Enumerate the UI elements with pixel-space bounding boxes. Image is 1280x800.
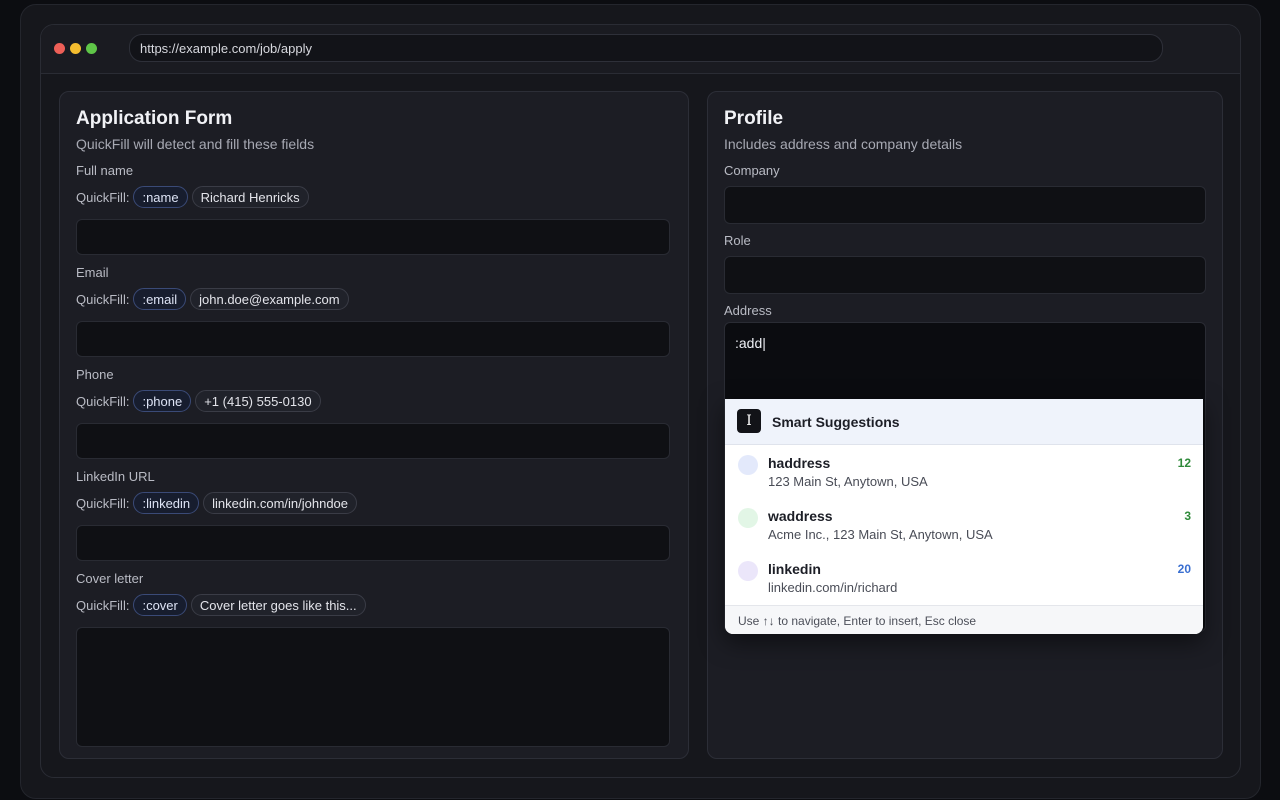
quickfill-row: QuickFill: :name Richard Henricks	[76, 185, 670, 209]
form-subtitle: QuickFill will detect and fill these fie…	[76, 136, 315, 152]
suggestions-footer: Use ↑↓ to navigate, Enter to insert, Esc…	[725, 605, 1203, 634]
field-label: Company	[724, 163, 780, 178]
title-bar: https://example.com/job/apply	[41, 25, 1240, 74]
suggestion-avatar	[738, 508, 758, 528]
keyboard-hint: Use ↑↓ to navigate, Enter to insert, Esc…	[738, 614, 977, 628]
field-label: Address	[724, 303, 772, 318]
quickfill-value-chip[interactable]: +1 (415) 555-0130	[195, 390, 321, 412]
form-title: Application Form	[76, 108, 233, 129]
field-company: Company	[724, 163, 1206, 224]
field-full-name: Full name QuickFill: :name Richard Henri…	[76, 163, 670, 255]
text-cursor-icon: I	[737, 409, 761, 433]
quickfill-label: QuickFill:	[76, 393, 130, 409]
field-label: Email	[76, 265, 109, 280]
quickfill-key-chip[interactable]: :phone	[133, 390, 192, 412]
suggestions-title: Smart Suggestions	[772, 414, 900, 430]
cover-letter-textarea[interactable]	[76, 627, 670, 747]
field-email: Email QuickFill: :email john.doe@example…	[76, 265, 670, 357]
address-bar[interactable]: https://example.com/job/apply	[129, 34, 1163, 62]
suggestion-name: haddress	[768, 455, 831, 471]
suggestions-header: I Smart Suggestions	[725, 399, 1203, 445]
suggestion-name: waddress	[768, 508, 833, 524]
field-cover-letter: Cover letter QuickFill: :cover Cover let…	[76, 571, 670, 747]
suggestion-name: linkedin	[768, 561, 821, 577]
minimize-window-button[interactable]	[70, 43, 81, 54]
quickfill-key-chip[interactable]: :name	[133, 186, 188, 208]
quickfill-row: QuickFill: :cover Cover letter goes like…	[76, 593, 670, 617]
suggestion-item[interactable]: waddress Acme Inc., 123 Main St, Anytown…	[725, 497, 1203, 550]
field-phone: Phone QuickFill: :phone +1 (415) 555-013…	[76, 367, 670, 459]
close-window-button[interactable]	[54, 43, 65, 54]
field-role: Role	[724, 233, 1206, 294]
profile-title: Profile	[724, 108, 784, 129]
url-text: https://example.com/job/apply	[140, 41, 312, 56]
maximize-window-button[interactable]	[86, 43, 97, 54]
quickfill-label: QuickFill:	[76, 597, 130, 613]
field-label: Full name	[76, 163, 134, 178]
address-typed-text: :add|	[735, 335, 766, 351]
suggestion-value: linkedin.com/in/richard	[768, 580, 898, 595]
field-address: Address	[724, 303, 1206, 321]
profile-panel: Profile Includes address and company det…	[707, 91, 1223, 759]
quickfill-value-chip[interactable]: Richard Henricks	[191, 186, 309, 208]
address-textarea[interactable]: :add| I Smart Suggestions haddress 123 M…	[724, 322, 1206, 634]
role-input[interactable]	[724, 256, 1206, 294]
field-linkedin: LinkedIn URL QuickFill: :linkedin linked…	[76, 469, 670, 561]
application-form-panel: Application Form QuickFill will detect a…	[59, 91, 689, 759]
smart-suggestions-dropdown: I Smart Suggestions haddress 123 Main St…	[725, 399, 1203, 634]
company-input[interactable]	[724, 186, 1206, 224]
suggestion-avatar	[738, 455, 758, 475]
field-label: Phone	[76, 367, 114, 382]
quickfill-value-chip[interactable]: Cover letter goes like this...	[190, 594, 366, 616]
quickfill-row: QuickFill: :email john.doe@example.com	[76, 287, 670, 311]
field-label: LinkedIn URL	[76, 469, 155, 484]
suggestion-item[interactable]: haddress 123 Main St, Anytown, USA 12	[725, 444, 1203, 497]
email-input[interactable]	[76, 321, 670, 357]
field-label: Role	[724, 233, 751, 248]
suggestion-avatar	[738, 561, 758, 581]
suggestion-value: 123 Main St, Anytown, USA	[768, 474, 928, 489]
field-label: Cover letter	[76, 571, 144, 586]
quickfill-key-chip[interactable]: :email	[133, 288, 187, 310]
quickfill-value-chip[interactable]: linkedin.com/in/johndoe	[203, 492, 358, 514]
linkedin-input[interactable]	[76, 525, 670, 561]
quickfill-label: QuickFill:	[76, 189, 130, 205]
suggestion-value: Acme Inc., 123 Main St, Anytown, USA	[768, 527, 993, 542]
quickfill-label: QuickFill:	[76, 291, 130, 307]
phone-input[interactable]	[76, 423, 670, 459]
browser-window: https://example.com/job/apply Applicatio…	[40, 24, 1241, 778]
suggestion-item[interactable]: linkedin linkedin.com/in/richard 20	[725, 550, 1203, 603]
suggestion-count: 3	[1184, 509, 1191, 523]
quickfill-key-chip[interactable]: :cover	[133, 594, 187, 616]
full-name-input[interactable]	[76, 219, 670, 255]
suggestion-count: 20	[1177, 562, 1191, 576]
quickfill-row: QuickFill: :phone +1 (415) 555-0130	[76, 389, 670, 413]
profile-subtitle: Includes address and company details	[724, 136, 963, 152]
quickfill-row: QuickFill: :linkedin linkedin.com/in/joh…	[76, 491, 670, 515]
suggestion-count: 12	[1177, 456, 1191, 470]
quickfill-label: QuickFill:	[76, 495, 130, 511]
quickfill-value-chip[interactable]: john.doe@example.com	[190, 288, 349, 310]
quickfill-key-chip[interactable]: :linkedin	[133, 492, 200, 514]
